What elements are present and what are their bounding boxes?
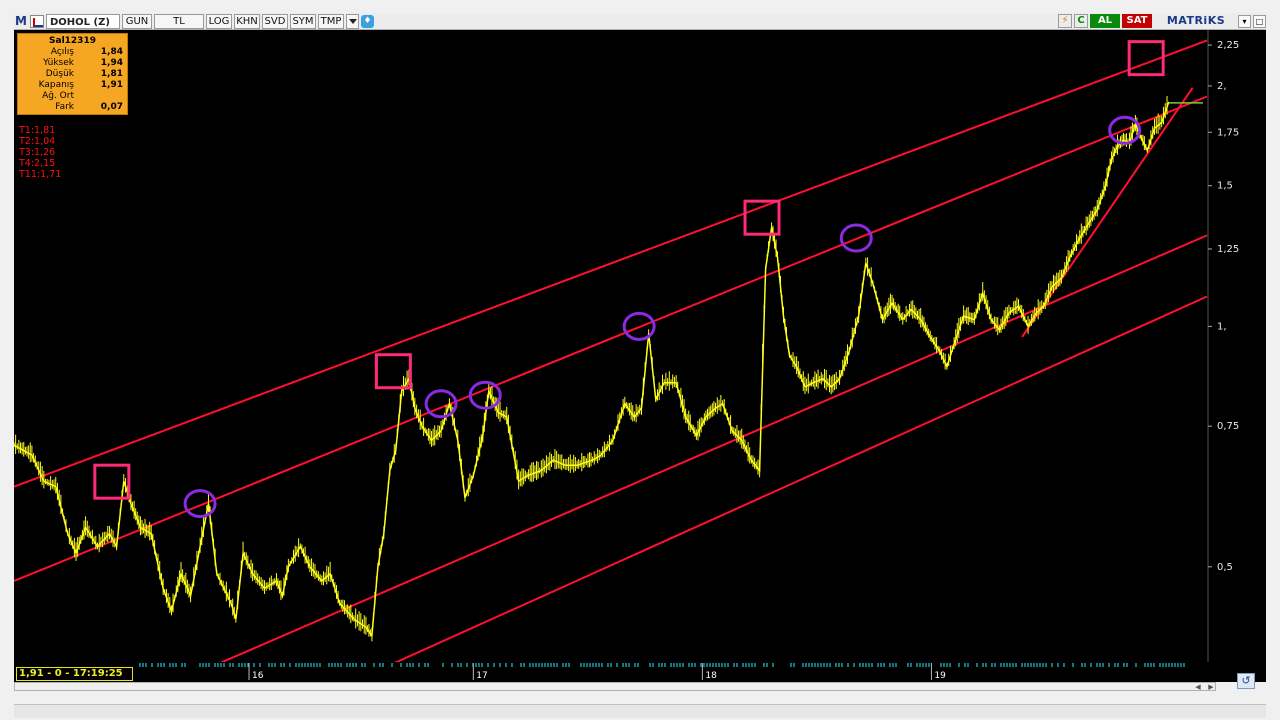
ohlc-row-close: Kapanış 1,91 <box>22 80 123 91</box>
trendline-label: T3:1,26 <box>19 147 56 158</box>
channel-line <box>1021 87 1194 338</box>
restore-icon[interactable]: □ <box>1253 14 1266 28</box>
ohlc-label: Düşük <box>45 69 74 79</box>
trendline-label: T11:1,71 <box>19 169 62 180</box>
ohlc-row-high: Yüksek 1,94 <box>22 58 123 69</box>
ohlc-value <box>76 91 123 102</box>
brand-label: MATRiKS <box>1166 14 1226 27</box>
x-tick-label: 17 <box>476 671 487 681</box>
chart-toolbar: M DOHOL (Z) GUN TL LOG KHN SVD SYM TMP ♦… <box>14 13 1266 30</box>
y-tick-label: 1,75 <box>1217 127 1239 138</box>
svd-button[interactable]: SVD <box>262 13 288 29</box>
buy-button[interactable]: AL <box>1090 14 1120 28</box>
chart-type-icon[interactable] <box>30 14 44 28</box>
channel-line <box>13 39 1208 488</box>
ohlc-value: 1,91 <box>100 80 123 90</box>
y-tick-label: 0,75 <box>1217 421 1239 432</box>
time-axis-bar: 16 17 18 19 <box>14 662 1266 682</box>
ohlc-label: Yüksek <box>43 58 74 68</box>
period-button[interactable]: GUN <box>122 13 152 29</box>
trendline-labels: T1:1,81 T2:1,04 T3:1,26 T4:2,15 T11:1,71 <box>19 125 61 180</box>
x-tick-label: 19 <box>934 671 946 681</box>
ohlc-value: 0,07 <box>100 102 123 112</box>
touch-circle-marker <box>468 380 502 410</box>
y-tick-label: 1, <box>1217 321 1227 332</box>
ohlc-info-panel: Sal12319 Açılış 1,84 Yüksek 1,94 Düşük 1,81… <box>17 33 128 115</box>
tmp-button[interactable]: TMP <box>318 13 344 29</box>
sym-button[interactable]: SYM <box>290 13 316 29</box>
ohlc-title: Sal12319 <box>49 36 96 46</box>
trendline-label: T1:1,81 <box>19 125 56 136</box>
ohlc-value: 1,81 <box>100 69 123 79</box>
lightning-icon[interactable]: ⚡ <box>1058 14 1072 28</box>
status-readout: 1,91 - 0 - 17:19:25 <box>16 667 133 681</box>
channel-line <box>265 295 1208 720</box>
ohlc-label: Kapanış <box>38 80 74 90</box>
ohlc-row-avg: Ağ. Ort <box>22 91 123 102</box>
khn-button[interactable]: KHN <box>234 13 260 29</box>
y-tick-label: 0,5 <box>1217 562 1233 573</box>
symbol-field[interactable]: DOHOL (Z) <box>46 13 120 29</box>
x-tick-label: 18 <box>705 671 717 681</box>
ohlc-value: 1,84 <box>100 47 123 57</box>
channel-line <box>13 95 1208 582</box>
trendline-label: T4:2,15 <box>19 158 56 169</box>
refresh-chart-icon[interactable]: ↺ <box>1237 673 1255 689</box>
scroll-left-icon[interactable]: ◀ <box>1192 683 1204 691</box>
trendline-label: T2:1,04 <box>19 136 56 147</box>
ohlc-label: Fark <box>55 102 74 112</box>
ohlc-row-open: Açılış 1,84 <box>22 47 123 58</box>
chart-canvas[interactable]: 2,25 2, 1,75 1,5 1,25 1, 0,75 0,5 <box>13 30 1266 720</box>
dropdown-arrow-icon[interactable] <box>346 13 359 29</box>
horizontal-scrollbar[interactable] <box>14 682 1216 691</box>
log-button[interactable]: LOG <box>206 13 232 29</box>
bottom-strip <box>14 704 1266 718</box>
time-axis-canvas: 16 17 18 19 <box>139 663 1185 681</box>
minimize-icon[interactable]: ▾ <box>1238 14 1251 28</box>
ohlc-row-diff: Fark 0,07 <box>22 102 123 113</box>
matriks-logo-icon: M <box>15 13 27 28</box>
ohlc-label: Açılış <box>50 47 74 57</box>
y-tick-label: 2, <box>1217 81 1227 92</box>
ohlc-row-low: Düşük 1,81 <box>22 69 123 80</box>
y-tick-label: 1,5 <box>1217 181 1233 192</box>
price-chart[interactable]: 2,25 2, 1,75 1,5 1,25 1, 0,75 0,5 <box>13 30 1266 720</box>
channel-line <box>109 234 1208 712</box>
x-tick-label: 16 <box>252 671 264 681</box>
sell-button[interactable]: SAT <box>1122 14 1152 28</box>
touch-circle-marker <box>183 489 217 519</box>
twitter-icon[interactable]: ♦ <box>361 14 374 28</box>
ohlc-label: Ağ. Ort <box>42 91 74 101</box>
scroll-right-icon[interactable]: ▶ <box>1205 683 1217 691</box>
y-tick-label: 1,25 <box>1217 244 1239 255</box>
refresh-icon[interactable]: C <box>1074 14 1088 28</box>
y-tick-label: 2,25 <box>1217 40 1239 51</box>
ohlc-value: 1,94 <box>100 58 123 68</box>
currency-button[interactable]: TL <box>154 13 204 29</box>
